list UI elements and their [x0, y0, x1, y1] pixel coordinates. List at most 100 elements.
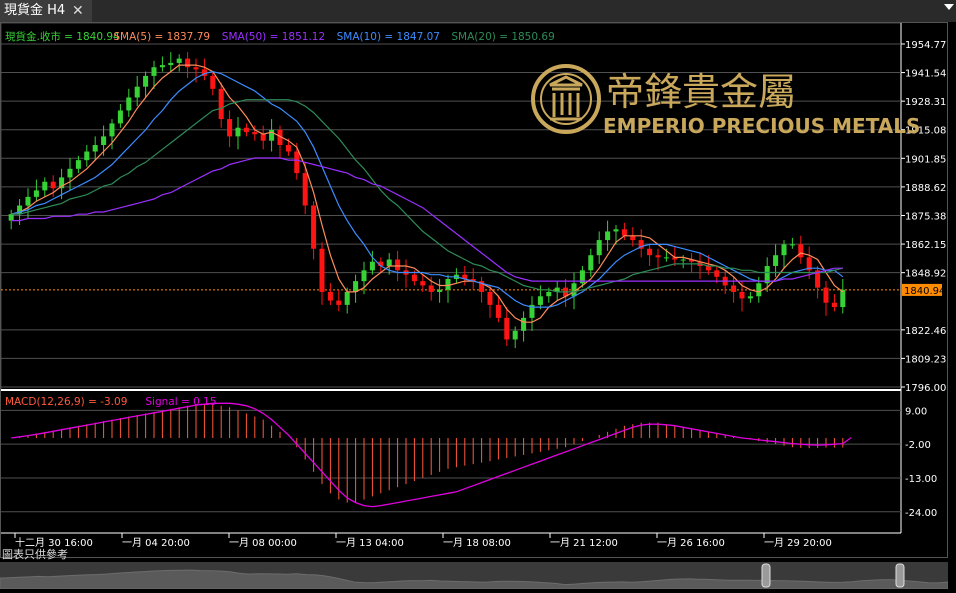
logo-chinese: 帝鋒貴金屬 [606, 70, 796, 114]
candle-body [92, 145, 98, 152]
price-tick-label: 1928.31 [905, 97, 946, 108]
chart-panel[interactable]: 1954.77 1941.54 1928.31 1915.08 1901.85 1888.… [0, 22, 948, 558]
navigator-right-handle[interactable] [895, 563, 905, 588]
candle-body [537, 296, 543, 305]
candle-body [663, 257, 669, 259]
price-tick-label: 1809.23 [905, 354, 946, 365]
legend-item: 現貨金.收市 = 1840.94 [5, 30, 120, 43]
candle-body [185, 58, 191, 68]
candle-body [521, 317, 527, 331]
candle-body [411, 274, 417, 282]
navigator-scrollbar[interactable] [0, 562, 949, 590]
price-tick-label: 1954.77 [905, 40, 946, 51]
time-tick-label: 一月 21 12:00 [550, 537, 618, 549]
candle-body [714, 270, 720, 277]
candle-body [680, 259, 686, 261]
navigator-overview [0, 569, 949, 590]
candle-body [437, 289, 443, 292]
legend-item: SMA(50) = 1851.12 [222, 31, 325, 43]
navigator-svg[interactable] [0, 562, 949, 590]
candle-body [747, 296, 753, 299]
macd-tick-label: -13.00 [905, 474, 937, 485]
price-tick-label: 1862.15 [905, 240, 946, 251]
candle-body [361, 270, 367, 282]
candle-body [546, 291, 552, 297]
candle-body [243, 127, 249, 133]
price-tick-label: 1901.85 [905, 154, 946, 165]
candle-body [420, 281, 426, 286]
candle-body [756, 283, 762, 297]
candle-body [126, 97, 132, 111]
candle-body [487, 291, 493, 305]
macd-tick-label: 9.00 [905, 406, 927, 417]
candle-body [512, 330, 518, 340]
price-tick-label: 1888.62 [905, 183, 946, 194]
candle-body [445, 278, 451, 290]
time-tick-label: 一月 08 00:00 [229, 537, 297, 549]
candle-body [605, 231, 611, 241]
candle-body [168, 62, 174, 66]
candle-body [117, 110, 123, 124]
candle-body [647, 248, 653, 256]
chevron-down-icon[interactable] [944, 4, 954, 10]
candle-body [311, 205, 317, 249]
candle-body [621, 229, 627, 236]
candle-body [319, 248, 325, 292]
candle-body [613, 229, 619, 232]
candle-body [773, 255, 779, 267]
logo-inner-ring [540, 73, 592, 125]
candle-body [731, 285, 737, 292]
candle-body [109, 123, 115, 137]
candle-body [344, 291, 350, 305]
candle-body [84, 151, 90, 161]
price-tick-label: 1848.92 [905, 269, 946, 280]
time-tick-label: 一月 13 04:00 [336, 537, 404, 549]
candle-body [336, 300, 342, 305]
macd-legend-item: Signal = 0.15 [145, 396, 216, 408]
candle-body [159, 65, 165, 68]
candle-body [67, 168, 73, 178]
time-tick-label: 一月 18 08:00 [443, 537, 511, 549]
close-icon[interactable]: ✕ [72, 0, 84, 22]
candle-body [50, 181, 56, 189]
candle-body [705, 266, 711, 271]
legend-item: SMA(20) = 1850.69 [451, 31, 554, 43]
price-tick-label: 1796.00 [905, 383, 946, 394]
candle-body [789, 244, 795, 246]
candle-body [369, 261, 375, 271]
macd-legend: MACD(12,26,9) = -3.09 Signal = 0.15 [5, 396, 217, 408]
macd-legend-item: MACD(12,26,9) = -3.09 [5, 396, 127, 408]
candle-body [495, 304, 501, 318]
logo-emblem-icon [549, 75, 583, 121]
candle-body [151, 67, 157, 76]
candle-body [8, 214, 14, 221]
price-tick-label: 1875.38 [905, 212, 946, 223]
candle-body [33, 190, 39, 197]
price-tick-label: 1822.46 [905, 326, 946, 337]
tab-title: 現貨金 H4 [4, 3, 66, 18]
candle-body [353, 281, 359, 292]
candle-body [227, 119, 233, 137]
candle-body [840, 289, 846, 308]
macd-tick-label: -2.00 [905, 440, 931, 451]
candle-body [25, 196, 31, 206]
candle-body [42, 181, 48, 191]
candle-body [428, 285, 434, 292]
tab-chart[interactable]: 現貨金 H4 ✕ [0, 0, 92, 22]
candle-body [327, 291, 333, 301]
candle-body [260, 134, 266, 141]
macd-tick-label: -24.00 [905, 508, 937, 519]
candle-body [386, 259, 392, 267]
logo-english: EMPERIO PRECIOUS METALS [603, 114, 920, 138]
legend-item: SMA(10) = 1847.07 [337, 31, 440, 43]
candle-body [781, 244, 787, 256]
candle-body [596, 240, 602, 256]
navigator-left-handle[interactable] [761, 563, 771, 588]
candle-body [630, 235, 636, 241]
candle-body [235, 127, 241, 137]
candle-body [588, 255, 594, 271]
legend-item: SMA(5) = 1837.79 [113, 31, 210, 43]
chart-svg[interactable]: 1954.771941.541928.311915.081901.851888.… [0, 22, 947, 557]
candle-body [101, 136, 107, 146]
candle-body [134, 86, 140, 98]
